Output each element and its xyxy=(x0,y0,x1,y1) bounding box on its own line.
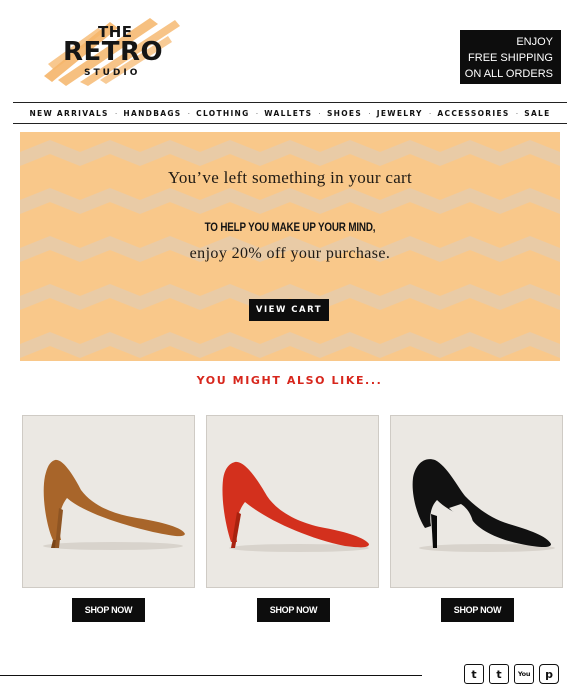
nav-item-sale[interactable]: SALE xyxy=(524,109,550,118)
shop-now-button-black[interactable]: SHOP NOW xyxy=(441,598,514,622)
nav-item-wallets[interactable]: WALLETS xyxy=(264,109,312,118)
abandoned-cart-banner: You’ve left something in your cart TO HE… xyxy=(20,132,560,361)
logo-text-studio: STUDIO xyxy=(84,68,141,78)
nav-separator: · xyxy=(428,108,432,118)
retro-studio-logo[interactable]: THE RETRO STUDIO xyxy=(40,14,185,86)
nav-separator: · xyxy=(255,108,259,118)
email-header: THE RETRO STUDIO ENJOY FREE SHIPPING ON … xyxy=(0,0,579,100)
recommendations-title: YOU MIGHT ALSO LIKE... xyxy=(196,374,383,387)
cart-reminder-subheading: TO HELP YOU MAKE UP YOUR MIND, xyxy=(204,220,376,234)
black-cutout-pump-image xyxy=(412,459,555,552)
promo-line-1: ENJOY xyxy=(516,36,553,48)
nav-item-jewelry[interactable]: JEWELRY xyxy=(377,109,423,118)
product-card-tan-pump[interactable] xyxy=(22,415,195,588)
red-suede-pump-image xyxy=(222,461,369,552)
youtube-icon[interactable]: You xyxy=(514,664,534,684)
free-shipping-badge: ENJOY FREE SHIPPING ON ALL ORDERS xyxy=(460,30,561,84)
youtube-glyph: You xyxy=(517,669,531,678)
shop-now-button-red[interactable]: SHOP NOW xyxy=(257,598,330,622)
product-card-black-pump[interactable] xyxy=(390,415,563,588)
promo-line-2: FREE SHIPPING xyxy=(468,52,553,64)
nav-item-shoes[interactable]: SHOES xyxy=(327,109,362,118)
nav-item-new-arrivals[interactable]: NEW ARRIVALS xyxy=(29,109,108,118)
nav-item-clothing[interactable]: CLOTHING xyxy=(196,109,249,118)
nav-separator: · xyxy=(114,108,118,118)
nav-separator: · xyxy=(515,108,519,118)
footer-divider xyxy=(0,675,422,676)
product-card-red-pump[interactable] xyxy=(206,415,379,588)
tumblr-glyph: t xyxy=(496,667,502,681)
nav-separator: · xyxy=(187,108,191,118)
nav-separator: · xyxy=(318,108,321,118)
pinterest-icon[interactable]: p xyxy=(539,664,559,684)
cart-reminder-heading: You’ve left something in your cart xyxy=(167,168,413,187)
nav-separator: · xyxy=(368,108,371,118)
nav-item-handbags[interactable]: HANDBAGS xyxy=(123,109,181,118)
shop-now-button-tan[interactable]: SHOP NOW xyxy=(72,598,145,622)
logo-text-retro: RETRO xyxy=(63,37,164,67)
nav-item-accessories[interactable]: ACCESSORIES xyxy=(437,109,509,118)
tan-suede-pump-image xyxy=(43,459,186,550)
discount-offer-text: enjoy 20% off your purchase. xyxy=(189,245,391,262)
promo-line-3: ON ALL ORDERS xyxy=(464,68,553,80)
twitter-glyph: t xyxy=(471,667,477,681)
view-cart-button[interactable]: VIEW CART xyxy=(249,299,329,321)
tumblr-icon[interactable]: t xyxy=(489,664,509,684)
twitter-icon[interactable]: t xyxy=(464,664,484,684)
pinterest-glyph: p xyxy=(545,667,553,681)
category-nav: NEW ARRIVALS · HANDBAGS · CLOTHING · WAL… xyxy=(13,102,567,124)
